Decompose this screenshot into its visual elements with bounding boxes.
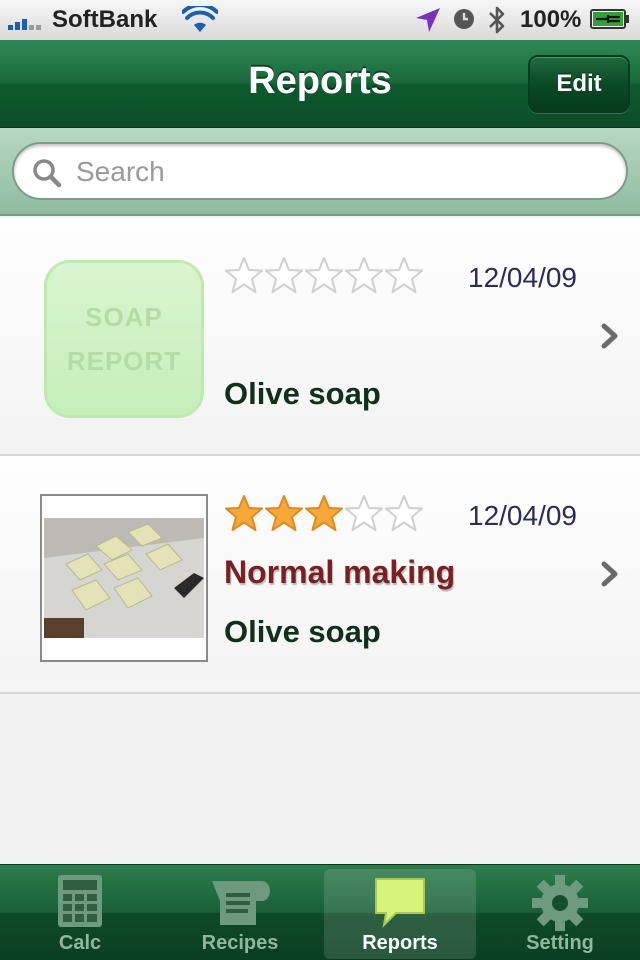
alarm-clock-icon: [454, 9, 474, 29]
star-empty-icon: [385, 495, 423, 531]
rating-stars: [224, 494, 424, 532]
tab-reports[interactable]: Reports: [324, 869, 476, 959]
rating-stars: [224, 256, 424, 294]
soap-report-placeholder-image: SOAP REPORT: [44, 260, 204, 418]
navigation-bar: Reports Edit: [0, 40, 640, 128]
tab-label: Calc: [58, 932, 102, 954]
report-name: Olive soap: [224, 376, 381, 411]
tab-bar: Calc Recipes Reports Setting: [0, 864, 640, 960]
tab-label: Reports: [362, 932, 438, 954]
chevron-right-icon: [601, 323, 618, 349]
tab-calc[interactable]: Calc: [4, 869, 156, 959]
star-empty-icon: [385, 257, 423, 293]
star-filled-icon: [305, 495, 343, 531]
report-list: SOAP REPORT 12/04/09 Olive soap 12/04/09…: [0, 218, 640, 694]
signal-bars-icon: [8, 10, 41, 30]
star-empty-icon: [305, 257, 343, 293]
star-filled-icon: [265, 495, 303, 531]
report-row[interactable]: 12/04/09 Normal making Olive soap: [0, 456, 640, 694]
calculator-icon: [58, 875, 102, 927]
report-name: Olive soap: [224, 614, 381, 649]
thumb-text-line2: REPORT: [66, 346, 182, 376]
gear-icon: [532, 875, 588, 931]
recipe-scroll-icon: [212, 881, 270, 925]
location-arrow-icon: [416, 8, 440, 32]
star-empty-icon: [345, 495, 383, 531]
tab-setting[interactable]: Setting: [484, 869, 636, 959]
chevron-right-icon: [601, 561, 618, 587]
soap-bars-photo: [44, 518, 204, 638]
report-date: 12/04/09: [468, 500, 577, 531]
star-empty-icon: [225, 257, 263, 293]
search-icon: [33, 159, 62, 188]
report-date: 12/04/09: [468, 262, 577, 293]
star-empty-icon: [345, 257, 383, 293]
report-row[interactable]: SOAP REPORT 12/04/09 Olive soap: [0, 218, 640, 456]
carrier-name: SoftBank: [52, 6, 158, 33]
search-field[interactable]: [12, 142, 628, 200]
wifi-icon: [182, 6, 218, 32]
tab-label: Setting: [526, 932, 594, 954]
star-empty-icon: [265, 257, 303, 293]
search-bar: [0, 128, 640, 216]
speech-bubble-icon: [375, 878, 425, 928]
search-input[interactable]: [76, 150, 596, 194]
report-subtitle: Normal making: [224, 554, 456, 590]
status-bar: SoftBank 100%: [0, 0, 640, 40]
battery-charging-icon: [590, 9, 629, 29]
tab-label: Recipes: [201, 932, 279, 954]
bluetooth-icon: [489, 6, 505, 34]
battery-percent: 100%: [520, 6, 582, 33]
soap-photo-image: [40, 494, 208, 662]
star-filled-icon: [225, 495, 263, 531]
tab-recipes[interactable]: Recipes: [164, 869, 316, 959]
thumb-text-line1: SOAP: [85, 302, 163, 332]
edit-button[interactable]: Edit: [528, 55, 630, 113]
